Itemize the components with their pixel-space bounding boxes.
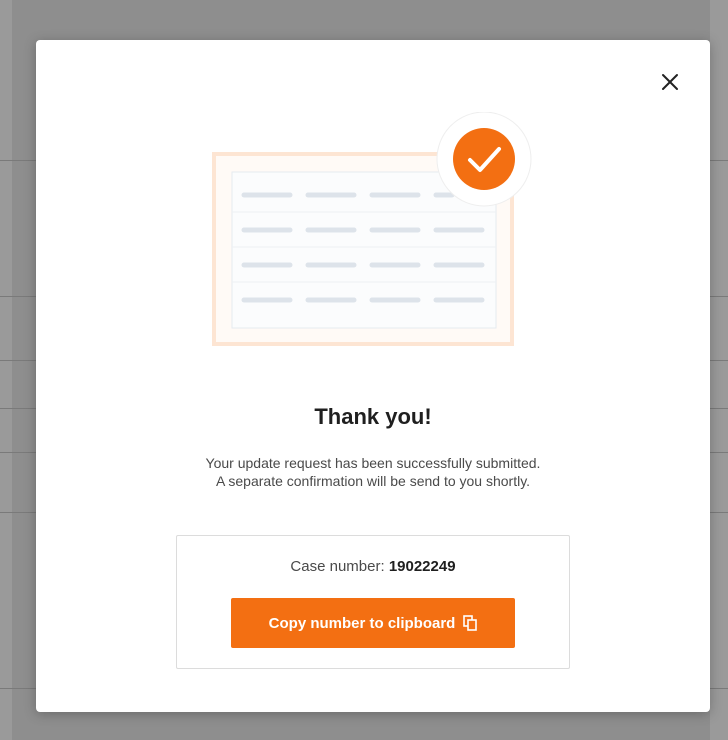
close-icon bbox=[662, 74, 678, 90]
case-number-row: Case number: 19022249 bbox=[177, 558, 569, 575]
background-panel-right bbox=[710, 0, 728, 740]
message-line-1: Your update request has been successfull… bbox=[205, 455, 541, 471]
close-button[interactable] bbox=[658, 70, 682, 94]
message-line-2: A separate confirmation will be send to … bbox=[215, 473, 531, 489]
copy-button-label: Copy number to clipboard bbox=[268, 614, 456, 632]
copy-icon bbox=[463, 615, 478, 631]
copy-to-clipboard-button[interactable]: Copy number to clipboard bbox=[231, 598, 515, 648]
table-success-illustration bbox=[212, 112, 532, 346]
check-icon bbox=[436, 112, 532, 207]
confirmation-modal: Thank you! Your update request has been … bbox=[36, 40, 710, 712]
confirmation-message: Your update request has been successfull… bbox=[36, 454, 710, 490]
case-number-value: 19022249 bbox=[388, 558, 456, 575]
modal-title: Thank you! bbox=[314, 404, 432, 429]
case-number-label: Case number: bbox=[290, 558, 385, 575]
case-number-panel: Case number: 19022249 Copy number to cli… bbox=[176, 535, 570, 669]
background-panel-left bbox=[0, 0, 12, 740]
